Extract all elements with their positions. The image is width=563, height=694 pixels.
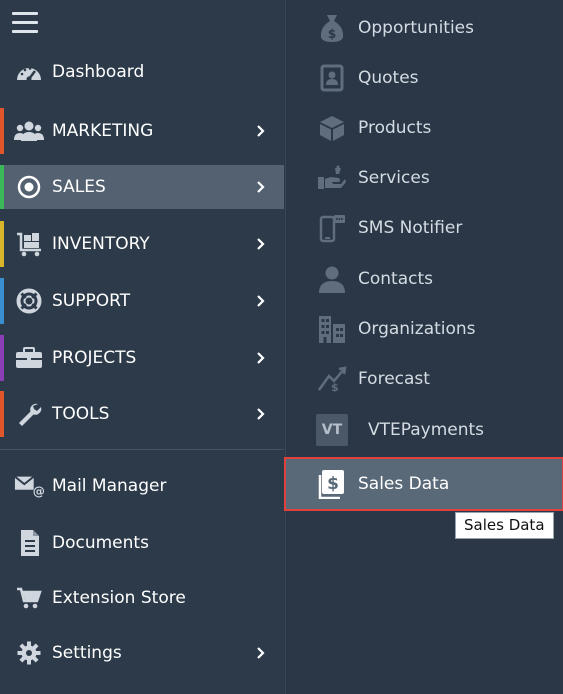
- submenu-item-sms-notifier[interactable]: SMS Notifier: [286, 206, 563, 250]
- tooltip: Sales Data: [455, 512, 554, 539]
- sidebar-item-marketing[interactable]: MARKETING: [0, 108, 284, 154]
- chevron-right-icon: [255, 124, 267, 138]
- submenu-item-label: SMS Notifier: [358, 218, 463, 238]
- dollar-doc-icon: $: [316, 468, 348, 500]
- sidebar-item-label: Extension Store: [52, 588, 186, 608]
- sidebar-item-inventory[interactable]: INVENTORY: [0, 221, 284, 267]
- person-icon: [316, 263, 348, 295]
- svg-text:$: $: [327, 474, 339, 494]
- chevron-right-icon: [255, 646, 267, 660]
- submenu-item-forecast[interactable]: $ Forecast: [286, 357, 563, 401]
- sidebar-item-sales[interactable]: SALES: [0, 165, 284, 209]
- sidebar-item-label: MARKETING: [52, 121, 154, 141]
- accent-bar: [0, 391, 4, 437]
- sidebar-item-mail-manager[interactable]: @ Mail Manager: [0, 465, 284, 507]
- submenu-item-organizations[interactable]: Organizations: [286, 307, 563, 351]
- submenu-item-contacts[interactable]: Contacts: [286, 257, 563, 301]
- mail-icon: @: [14, 472, 44, 500]
- sidebar-item-dashboard[interactable]: Dashboard: [0, 52, 284, 92]
- building-icon: [316, 313, 348, 345]
- submenu-item-vtepayments[interactable]: VT VTEPayments: [286, 408, 563, 452]
- svg-text:$: $: [328, 27, 336, 41]
- sidebar-item-projects[interactable]: PROJECTS: [0, 335, 284, 381]
- sidebar-item-label: Settings: [52, 643, 122, 663]
- sidebar-item-documents[interactable]: Documents: [0, 522, 284, 564]
- sidebar-item-tools[interactable]: TOOLS: [0, 391, 284, 437]
- dashboard-icon: [14, 58, 44, 86]
- gear-icon: [14, 639, 44, 667]
- sidebar-item-label: Dashboard: [52, 62, 145, 82]
- accent-bar: [0, 108, 4, 154]
- svg-text:@: @: [33, 484, 44, 498]
- sidebar-item-extension-store[interactable]: Extension Store: [0, 577, 284, 619]
- sales-submenu: $ Opportunities Quotes Products Services…: [284, 0, 563, 694]
- submenu-item-label: Sales Data: [358, 474, 450, 494]
- submenu-item-label: Products: [358, 118, 432, 138]
- cart-icon: [14, 230, 44, 258]
- target-icon: [14, 173, 44, 201]
- accent-bar: [0, 335, 4, 381]
- users-icon: [14, 117, 44, 145]
- chevron-right-icon: [255, 407, 267, 421]
- chevron-right-icon: [255, 351, 267, 365]
- submenu-item-sales-data[interactable]: $ Sales Data: [284, 457, 563, 511]
- submenu-item-label: Forecast: [358, 369, 430, 389]
- sidebar-item-label: Documents: [52, 533, 149, 553]
- submenu-item-label: Services: [358, 168, 430, 188]
- sidebar-item-label: SUPPORT: [52, 291, 131, 311]
- submenu-item-label: Opportunities: [358, 18, 474, 38]
- money-bag-icon: $: [316, 12, 348, 44]
- submenu-item-services[interactable]: Services: [286, 156, 563, 200]
- briefcase-icon: [14, 344, 44, 372]
- sidebar-item-label: PROJECTS: [52, 348, 137, 368]
- submenu-item-label: VTEPayments: [368, 420, 485, 440]
- submenu-item-opportunities[interactable]: $ Opportunities: [286, 6, 563, 50]
- svg-text:$: $: [331, 381, 339, 392]
- sidebar-item-support[interactable]: SUPPORT: [0, 278, 284, 324]
- wrench-icon: [14, 400, 44, 428]
- submenu-item-label: Quotes: [358, 68, 419, 88]
- lifebuoy-icon: [14, 287, 44, 315]
- sidebar-item-label: Mail Manager: [52, 476, 167, 496]
- accent-bar: [0, 278, 4, 324]
- phone-icon: [316, 212, 348, 244]
- submenu-item-quotes[interactable]: Quotes: [286, 56, 563, 100]
- handshake-icon: [316, 162, 348, 194]
- sidebar-item-settings[interactable]: Settings: [0, 631, 284, 675]
- sidebar-divider: [0, 449, 284, 450]
- vt-badge-icon: VT: [316, 414, 348, 446]
- chevron-right-icon: [255, 180, 267, 194]
- main-sidebar: Dashboard MARKETING SALES INVENTORY SUPP…: [0, 0, 284, 694]
- quote-icon: [316, 62, 348, 94]
- sidebar-item-label: TOOLS: [52, 404, 110, 424]
- sidebar-item-label: SALES: [52, 177, 106, 197]
- sidebar-item-label: INVENTORY: [52, 234, 150, 254]
- submenu-item-products[interactable]: Products: [286, 106, 563, 150]
- chevron-right-icon: [255, 237, 267, 251]
- cube-icon: [316, 112, 348, 144]
- vt-badge: VT: [316, 414, 348, 446]
- submenu-item-label: Contacts: [358, 269, 433, 289]
- forecast-icon: $: [316, 363, 348, 395]
- submenu-item-label: Organizations: [358, 319, 476, 339]
- document-icon: [14, 529, 44, 557]
- accent-bar: [0, 165, 4, 209]
- shopping-cart-icon: [14, 584, 44, 612]
- chevron-right-icon: [255, 294, 267, 308]
- accent-bar: [0, 221, 4, 267]
- hamburger-menu-icon[interactable]: [12, 12, 38, 34]
